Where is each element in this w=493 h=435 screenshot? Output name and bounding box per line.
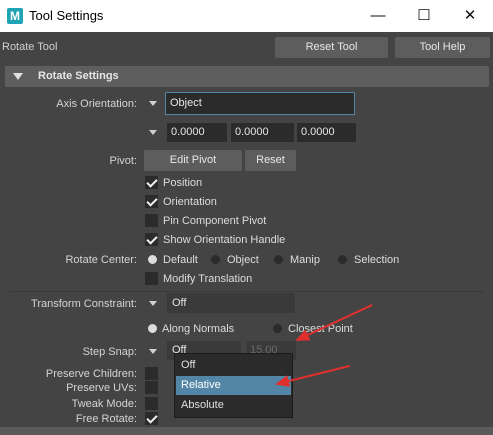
step-snap-label: Step Snap:	[82, 346, 137, 358]
rotate-center-selection-radio[interactable]	[338, 255, 347, 264]
axis-z-field[interactable]: 0.0000	[297, 123, 356, 142]
tweak-mode-checkbox[interactable]	[145, 397, 158, 410]
rotate-center-manip-label: Manip	[290, 254, 320, 266]
free-rotate-checkbox[interactable]	[145, 412, 158, 425]
popup-item-off[interactable]: Off	[176, 356, 291, 375]
section-title: Rotate Settings	[38, 70, 119, 82]
tweak-mode-label: Tweak Mode:	[71, 398, 137, 410]
step-snap-arrow-icon[interactable]	[149, 349, 157, 354]
modify-translation-checkbox[interactable]	[145, 272, 158, 285]
pin-component-pivot-checkbox[interactable]	[145, 214, 158, 227]
orientation-checkbox[interactable]	[145, 195, 158, 208]
close-button[interactable]: ✕	[447, 0, 493, 32]
rotate-center-manip-radio[interactable]	[274, 255, 283, 264]
tool-help-button[interactable]: Tool Help	[395, 37, 490, 58]
rotate-center-label: Rotate Center:	[65, 254, 137, 266]
reset-tool-button[interactable]: Reset Tool	[275, 37, 388, 58]
free-rotate-label: Free Rotate:	[75, 413, 137, 425]
along-normals-label: Along Normals	[162, 323, 235, 335]
transform-constraint-arrow-icon[interactable]	[149, 301, 157, 306]
axis-y-field[interactable]: 0.0000	[231, 123, 294, 142]
tool-row: Rotate Tool Reset Tool Tool Help	[0, 32, 493, 62]
transform-constraint-select[interactable]: Off	[167, 293, 295, 313]
horizontal-scrollbar[interactable]	[0, 427, 493, 435]
show-orientation-handle-checkbox[interactable]	[145, 233, 158, 246]
maximize-button[interactable]: ☐	[401, 0, 447, 32]
modify-translation-label: Modify Translation	[163, 273, 253, 285]
collapse-triangle-icon[interactable]	[13, 73, 23, 80]
divider	[10, 291, 484, 292]
position-label: Position	[163, 177, 203, 189]
vector-dropdown-arrow-icon[interactable]	[149, 130, 157, 135]
transform-constraint-label: Transform Constraint:	[31, 298, 137, 310]
preserve-uvs-label: Preserve UVs:	[66, 382, 137, 394]
title-bar: M Tool Settings — ☐ ✕	[0, 0, 493, 32]
edit-pivot-button[interactable]: Edit Pivot	[144, 150, 242, 171]
section-header-rotate-settings[interactable]: Rotate Settings	[5, 66, 489, 87]
along-normals-radio[interactable]	[148, 324, 157, 333]
axis-orientation-select[interactable]: Object	[165, 92, 355, 115]
popup-item-absolute[interactable]: Absolute	[176, 396, 291, 415]
rotate-center-default-radio[interactable]	[148, 255, 157, 264]
axis-orientation-label: Axis Orientation:	[56, 98, 137, 110]
orientation-label: Orientation	[163, 196, 217, 208]
rotate-center-selection-label: Selection	[354, 254, 400, 266]
axis-x-field[interactable]: 0.0000	[167, 123, 227, 142]
minimize-button[interactable]: —	[355, 0, 401, 32]
pin-component-pivot-label: Pin Component Pivot	[163, 215, 267, 227]
preserve-uvs-checkbox[interactable]	[145, 381, 158, 394]
closest-point-radio[interactable]	[273, 324, 282, 333]
pivot-reset-button[interactable]: Reset	[245, 150, 296, 171]
rotate-center-object-label: Object	[227, 254, 259, 266]
rotate-center-default-label: Default	[163, 254, 198, 266]
preserve-children-label: Preserve Children:	[45, 368, 137, 380]
window-title: Tool Settings	[29, 8, 104, 23]
show-orientation-handle-label: Show Orientation Handle	[163, 234, 286, 246]
axis-dropdown-arrow-icon[interactable]	[149, 101, 157, 106]
rotate-center-object-radio[interactable]	[211, 255, 220, 264]
pivot-label: Pivot:	[109, 155, 137, 167]
position-checkbox[interactable]	[145, 176, 158, 189]
tool-name: Rotate Tool	[2, 41, 58, 53]
preserve-children-checkbox[interactable]	[145, 367, 158, 380]
maya-logo-icon: M	[7, 8, 23, 24]
